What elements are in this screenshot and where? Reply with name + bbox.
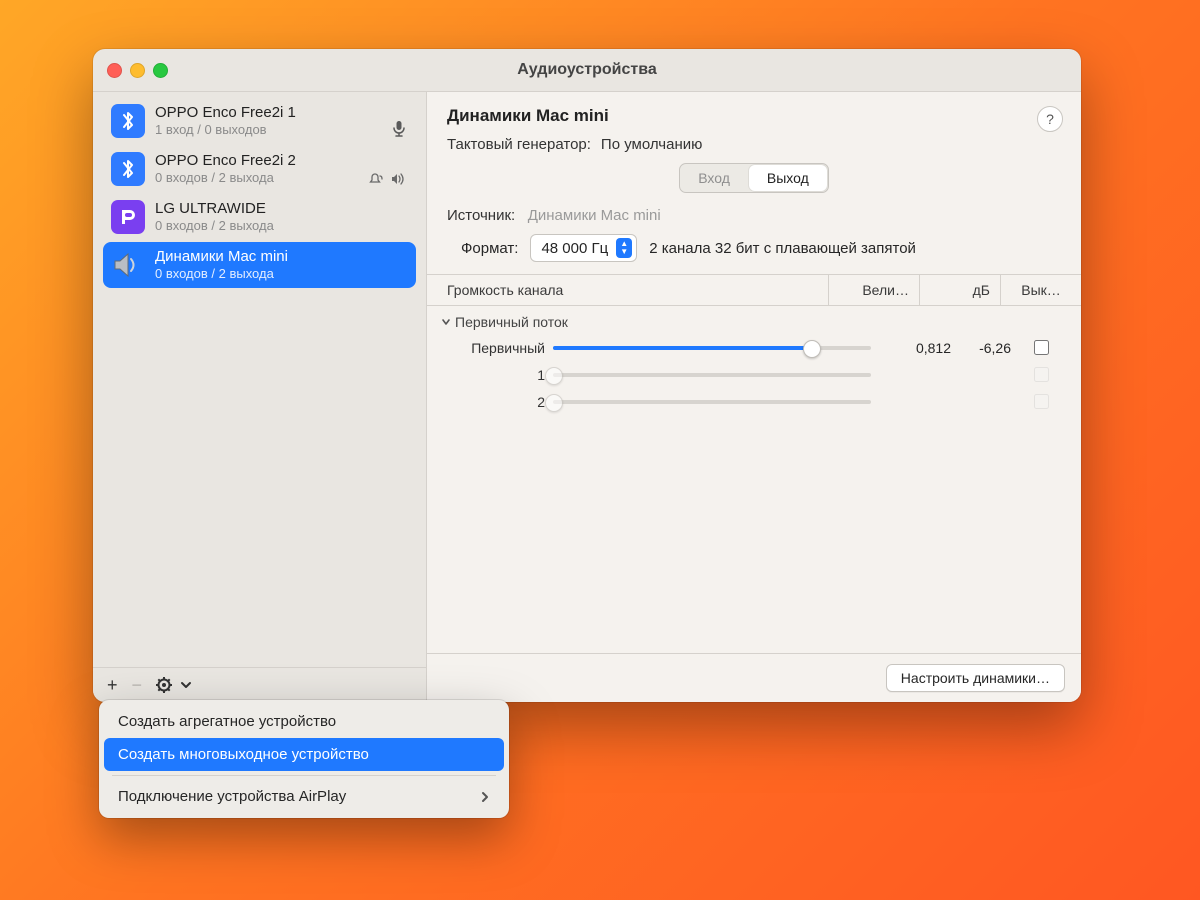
add-device-menu: Создать агрегатное устройство Создать мн… bbox=[99, 700, 509, 818]
channel-mute[interactable] bbox=[1011, 337, 1071, 358]
volume-slider[interactable] bbox=[553, 339, 871, 357]
device-name: OPPO Enco Free2i 1 bbox=[155, 104, 408, 122]
device-sidebar: OPPO Enco Free2i 1 1 вход / 0 выходов OP… bbox=[93, 92, 427, 702]
format-value: 48 000 Гц bbox=[541, 240, 608, 257]
source-label: Источник: bbox=[447, 207, 515, 224]
menu-item-label: Подключение устройства AirPlay bbox=[118, 788, 346, 805]
device-item-oppo-2[interactable]: OPPO Enco Free2i 2 0 входов / 2 выхода bbox=[103, 146, 416, 192]
window-title: Аудиоустройства bbox=[93, 61, 1081, 79]
device-item-lg[interactable]: LG ULTRAWIDE 0 входов / 2 выхода bbox=[103, 194, 416, 240]
close-window-button[interactable] bbox=[107, 63, 122, 78]
bluetooth-icon bbox=[111, 104, 145, 138]
configure-speakers-button[interactable]: Настроить динамики… bbox=[886, 664, 1065, 692]
device-item-mac-mini-speakers[interactable]: Динамики Mac mini 0 входов / 2 выхода bbox=[103, 242, 416, 288]
device-name: OPPO Enco Free2i 2 bbox=[155, 152, 408, 170]
channel-mute bbox=[1011, 364, 1071, 385]
add-device-button[interactable]: + bbox=[107, 676, 118, 694]
channel-row: 1 bbox=[427, 361, 1081, 388]
minimize-window-button[interactable] bbox=[130, 63, 145, 78]
alert-sound-icon bbox=[368, 172, 384, 186]
chevron-down-icon bbox=[441, 317, 451, 327]
window-body: OPPO Enco Free2i 1 1 вход / 0 выходов OP… bbox=[93, 92, 1081, 702]
titlebar: Аудиоустройства bbox=[93, 49, 1081, 92]
channel-table-header: Громкость канала Вели… дБ Вык… bbox=[427, 274, 1081, 306]
chevron-right-icon bbox=[480, 790, 490, 804]
menu-item-airplay[interactable]: Подключение устройства AirPlay bbox=[104, 780, 504, 813]
device-io-summary: 0 входов / 2 выхода bbox=[155, 218, 408, 234]
device-item-oppo-1[interactable]: OPPO Enco Free2i 1 1 вход / 0 выходов bbox=[103, 98, 416, 144]
col-value[interactable]: Вели… bbox=[828, 275, 919, 305]
detail-pane: Динамики Mac mini ? Тактовый генератор: … bbox=[427, 92, 1081, 702]
clock-source-value[interactable]: По умолчанию bbox=[601, 136, 702, 153]
format-description: 2 канала 32 бит с плавающей запятой bbox=[649, 240, 916, 257]
stepper-icon: ▲▼ bbox=[616, 238, 632, 258]
zoom-window-button[interactable] bbox=[153, 63, 168, 78]
sidebar-toolbar: + − bbox=[93, 667, 426, 702]
channel-label: 1 bbox=[445, 367, 553, 383]
col-mute[interactable]: Вык… bbox=[1000, 275, 1081, 305]
menu-item-create-multioutput[interactable]: Создать многовыходное устройство bbox=[104, 738, 504, 771]
channel-value: 0,812 bbox=[881, 340, 951, 356]
format-label: Формат: bbox=[461, 240, 518, 257]
channel-mute bbox=[1011, 391, 1071, 412]
device-io-summary: 1 вход / 0 выходов bbox=[155, 122, 408, 138]
clock-source-label: Тактовый генератор: bbox=[447, 136, 591, 153]
menu-separator bbox=[112, 775, 496, 776]
tab-output[interactable]: Выход bbox=[749, 165, 827, 191]
microphone-icon bbox=[392, 120, 406, 138]
format-combo[interactable]: 48 000 Гц ▲▼ bbox=[530, 234, 637, 262]
channel-db: -6,26 bbox=[951, 340, 1011, 356]
volume-slider bbox=[553, 366, 871, 384]
volume-slider bbox=[553, 393, 871, 411]
device-name: Динамики Mac mini bbox=[155, 248, 408, 266]
tab-input[interactable]: Вход bbox=[680, 164, 748, 192]
internal-speaker-icon bbox=[111, 248, 145, 282]
channel-label: 2 bbox=[445, 394, 553, 410]
channel-row: 2 bbox=[427, 388, 1081, 415]
device-io-summary: 0 входов / 2 выхода bbox=[155, 266, 408, 282]
audio-devices-window: Аудиоустройства OPPO Enco Free2i 1 1 вхо… bbox=[93, 49, 1081, 702]
bluetooth-icon bbox=[111, 152, 145, 186]
menu-item-create-aggregate[interactable]: Создать агрегатное устройство bbox=[104, 705, 504, 738]
stream-label: Первичный поток bbox=[455, 314, 568, 330]
gear-icon[interactable] bbox=[156, 677, 172, 693]
speaker-icon bbox=[390, 172, 406, 186]
stream-disclosure[interactable]: Первичный поток bbox=[427, 306, 1081, 334]
help-button[interactable]: ? bbox=[1037, 106, 1063, 132]
io-tabs: Вход Выход bbox=[679, 163, 829, 193]
device-name: LG ULTRAWIDE bbox=[155, 200, 408, 218]
chevron-down-icon[interactable] bbox=[180, 680, 192, 690]
source-value: Динамики Mac mini bbox=[528, 207, 661, 224]
window-controls bbox=[107, 63, 168, 78]
detail-title: Динамики Mac mini bbox=[447, 106, 1061, 126]
col-channel-volume: Громкость канала bbox=[427, 275, 828, 305]
device-list: OPPO Enco Free2i 1 1 вход / 0 выходов OP… bbox=[93, 92, 426, 667]
col-db[interactable]: дБ bbox=[919, 275, 1000, 305]
displayport-icon bbox=[111, 200, 145, 234]
channel-label: Первичный bbox=[445, 340, 553, 356]
channel-row: Первичный 0,812-6,26 bbox=[427, 334, 1081, 361]
remove-device-button[interactable]: − bbox=[132, 676, 143, 694]
